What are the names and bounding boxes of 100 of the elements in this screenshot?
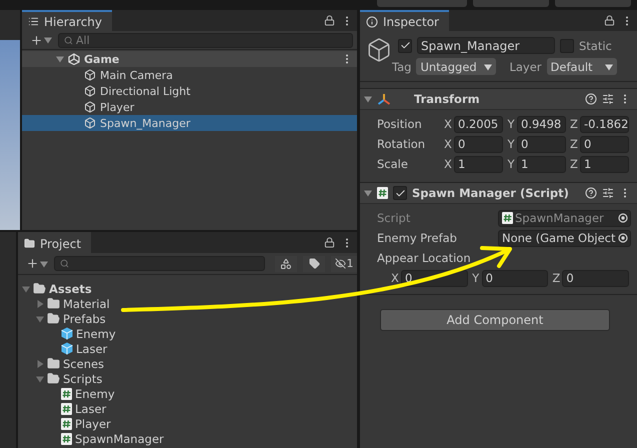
add-component-button[interactable]: Add Component <box>380 309 610 331</box>
property-label: Rotation <box>377 137 426 151</box>
folder-icon <box>47 312 60 325</box>
lock-icon[interactable] <box>324 15 335 26</box>
asset-name[interactable]: Enemy <box>75 386 115 400</box>
asset-name[interactable]: Enemy <box>76 326 116 340</box>
hierarchy-item[interactable]: Directional Light <box>22 83 357 99</box>
axis-label: Y <box>471 271 480 285</box>
asset-name[interactable]: SpawnManager <box>75 432 164 446</box>
number-field[interactable]: 0 <box>580 136 629 152</box>
filter-by-label-button[interactable] <box>303 256 325 272</box>
number-field[interactable]: -0.1862 <box>580 116 629 132</box>
component-title: Transform <box>414 92 480 106</box>
asset-name[interactable]: Scripts <box>63 372 102 386</box>
component-header[interactable]: Transform <box>360 88 637 110</box>
tag-icon <box>308 258 320 269</box>
scene-row[interactable]: Game <box>22 51 357 67</box>
axis-label: Y <box>506 117 516 131</box>
object-field[interactable]: None (Game Object <box>498 230 631 246</box>
layer-dropdown[interactable]: Default <box>546 58 617 75</box>
cube-icon <box>84 101 96 113</box>
axis-label: Z <box>569 117 579 131</box>
caret-icon[interactable] <box>56 55 64 63</box>
component-header[interactable]: Spawn Manager (Script) <box>360 182 637 204</box>
number-field[interactable]: 0 <box>517 136 566 152</box>
folder-icon <box>47 372 60 385</box>
axis-label: X <box>390 271 400 285</box>
cube-icon <box>61 342 73 355</box>
axis-label: Y <box>506 157 516 171</box>
axis-label: Z <box>551 271 562 285</box>
number-field[interactable]: 0.9498 <box>517 116 566 132</box>
script-file-icon <box>502 212 513 224</box>
caret-icon[interactable] <box>364 189 372 197</box>
number-field[interactable]: 1 <box>580 156 629 172</box>
checkmark-icon <box>400 40 410 51</box>
hierarchy-item[interactable]: Spawn_Manager <box>22 115 357 131</box>
tag-label: Tag <box>392 60 412 74</box>
list-icon <box>28 16 39 27</box>
cube-icon <box>84 117 96 129</box>
number-field[interactable]: 0 <box>562 270 630 286</box>
folder-icon <box>33 282 46 295</box>
cube-icon <box>84 69 96 81</box>
lock-icon[interactable] <box>324 237 335 248</box>
asset-name[interactable]: Scenes <box>63 356 104 370</box>
hidden-packages-button[interactable]: 1 <box>331 256 357 272</box>
hierarchy-item[interactable]: Player <box>22 99 357 115</box>
axis-label: X <box>443 137 453 151</box>
number-field[interactable]: 1 <box>454 156 503 172</box>
static-checkbox[interactable] <box>560 38 574 52</box>
caret-icon[interactable] <box>40 260 48 268</box>
search-icon <box>64 36 73 44</box>
number-field[interactable]: 0.2005 <box>454 116 503 132</box>
hierarchy-item[interactable]: Main Camera <box>22 67 357 83</box>
search-icon <box>60 259 69 268</box>
caret-icon[interactable] <box>364 95 372 103</box>
settings-sliders-icon[interactable] <box>602 93 614 105</box>
hierarchy-tab[interactable]: Hierarchy <box>22 10 112 31</box>
asset-name[interactable]: Assets <box>49 282 92 296</box>
help-icon[interactable] <box>585 93 597 105</box>
search-field[interactable] <box>54 256 265 271</box>
asset-name[interactable]: Laser <box>75 402 106 416</box>
axis-label: X <box>443 117 453 131</box>
static-label: Static <box>579 38 612 52</box>
object-name-field[interactable]: Spawn_Manager <box>417 37 555 54</box>
caret-icon[interactable] <box>604 62 613 70</box>
plus-icon <box>30 34 43 46</box>
cube-icon <box>366 37 392 63</box>
number-field[interactable]: 1 <box>517 156 566 172</box>
asset-name[interactable]: Material <box>63 296 110 310</box>
caret-icon[interactable] <box>484 62 492 70</box>
enabled-checkbox[interactable] <box>393 186 407 200</box>
property-label: Enemy Prefab <box>377 231 458 245</box>
number-field[interactable]: 0 <box>454 136 503 152</box>
asset-name[interactable]: Prefabs <box>63 312 106 326</box>
property-label: Appear Location <box>377 251 471 265</box>
axis-label: Y <box>506 137 516 151</box>
asset-name[interactable]: Player <box>75 416 111 430</box>
lock-icon[interactable] <box>604 15 615 26</box>
filter-by-type-button[interactable] <box>275 256 297 272</box>
number-field[interactable]: 0 <box>482 270 548 286</box>
eye-off-icon <box>334 258 346 269</box>
caret-icon[interactable] <box>44 36 52 44</box>
active-checkbox[interactable] <box>398 38 412 52</box>
tag-dropdown[interactable]: Untagged <box>416 58 496 75</box>
script-file-icon <box>61 402 72 414</box>
project-tab[interactable]: Project <box>18 232 92 253</box>
transform-icon <box>377 92 391 106</box>
axis-label: Z <box>569 157 579 171</box>
checkmark-icon <box>394 188 406 198</box>
inspector-tab[interactable]: Inspector <box>360 10 449 31</box>
property-label: Position <box>377 117 423 131</box>
folder-icon <box>47 357 60 370</box>
layer-label: Layer <box>509 60 542 74</box>
property-label: Scale <box>377 157 409 171</box>
help-icon[interactable] <box>585 187 597 199</box>
folder-icon <box>47 297 60 310</box>
asset-name[interactable]: Laser <box>76 342 108 356</box>
cube-icon <box>84 85 96 97</box>
property-label: Script <box>377 211 412 225</box>
settings-sliders-icon[interactable] <box>602 187 614 199</box>
